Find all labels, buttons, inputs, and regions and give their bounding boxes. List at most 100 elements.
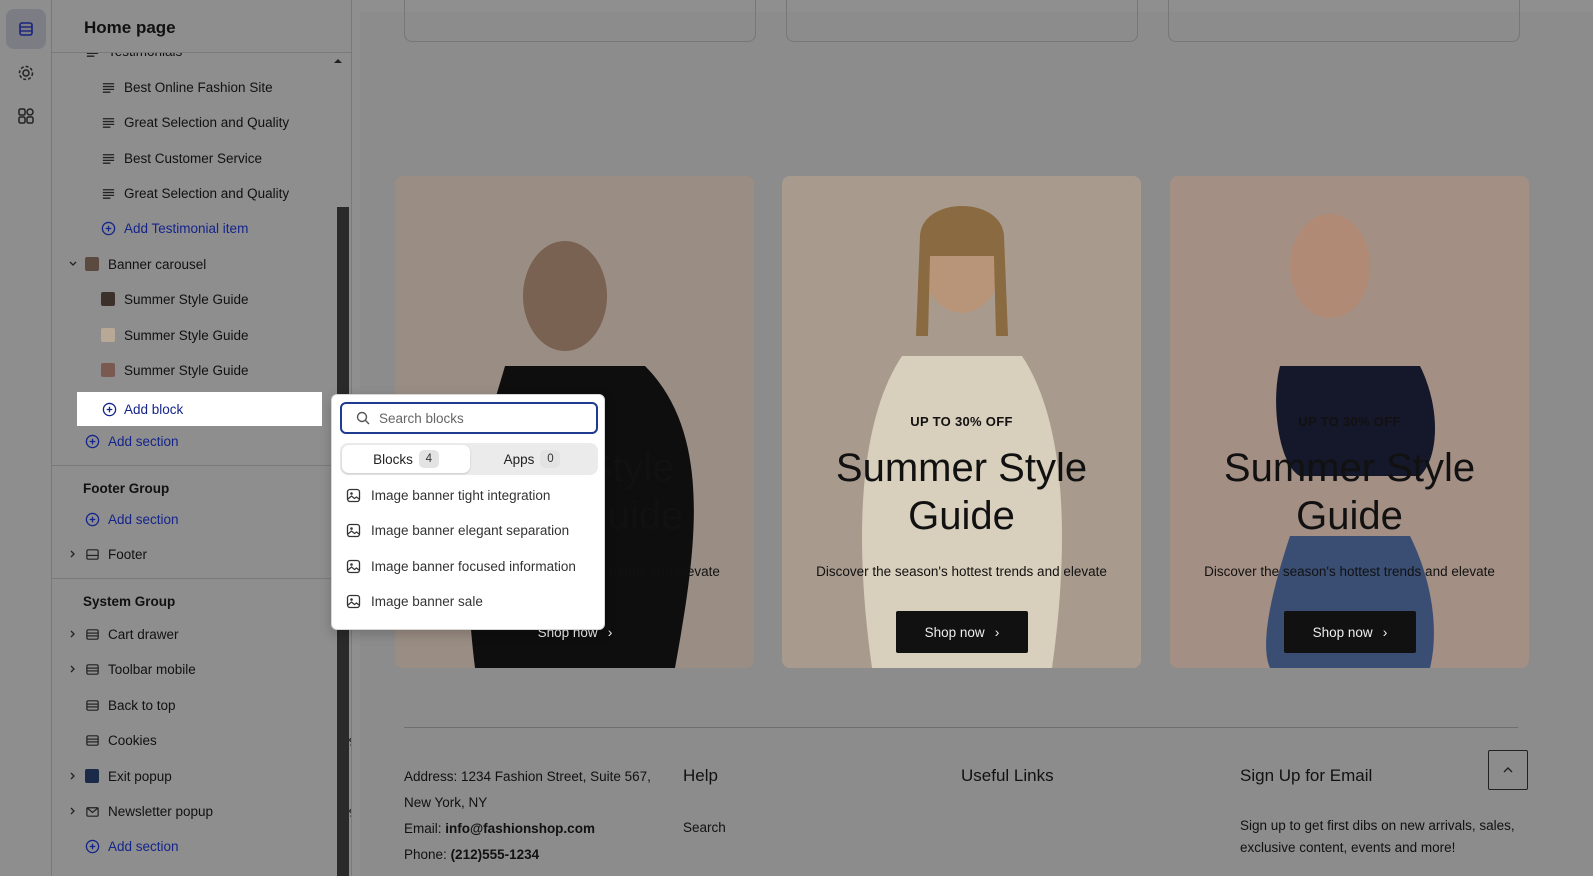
item-label: Summer Style Guide	[124, 291, 249, 307]
system-add-section-button[interactable]: Add section	[84, 830, 179, 862]
footer-phone: Phone: (212)555-1234	[404, 842, 539, 868]
product-card	[1168, 0, 1520, 42]
chevron-right-icon[interactable]	[68, 771, 78, 781]
add-section-label: Add section	[108, 433, 179, 449]
item-label: Great Selection and Quality	[124, 114, 290, 130]
testimonial-item-2[interactable]: Great Selection and Quality	[100, 106, 289, 138]
add-testimonial-label: Add Testimonial item	[124, 220, 249, 236]
layout-icon	[84, 546, 100, 562]
search-blocks-input[interactable]: Search blocks	[340, 402, 598, 434]
banner-title: Summer Style Guide	[835, 446, 1088, 538]
item-label: Great Selection and Quality	[124, 185, 290, 201]
shop-now-button[interactable]: Shop now ›	[896, 611, 1028, 653]
plus-circle-icon	[84, 433, 100, 449]
tab-blocks-count: 4	[418, 450, 439, 468]
footer-address: Address: 1234 Fashion Street, Suite 567,…	[404, 769, 651, 810]
block-option-2[interactable]: Image banner elegant separation	[346, 520, 569, 540]
banner-slide-3[interactable]: UP TO 30% OFF Summer Style Guide Discove…	[1170, 176, 1529, 668]
testimonial-item-3[interactable]: Best Customer Service	[100, 142, 262, 174]
footer-add-section-button[interactable]: Add section	[84, 503, 179, 535]
add-testimonial-button[interactable]: Add Testimonial item	[100, 212, 248, 244]
exit-popup-section[interactable]: Exit popup	[84, 760, 172, 792]
sidebar-header: Home page	[52, 0, 351, 53]
image-thumb-icon	[100, 362, 116, 378]
banner-item-3[interactable]: Summer Style Guide	[100, 354, 249, 386]
tab-apps-label: Apps	[503, 451, 535, 467]
block-option-4[interactable]: Image banner sale	[346, 591, 483, 611]
section-label: Back to top	[108, 697, 176, 713]
item-label: Summer Style Guide	[124, 362, 249, 378]
footer-section[interactable]: Footer	[84, 538, 147, 570]
image-block-icon	[346, 523, 361, 537]
testimonial-item-1[interactable]: Best Online Fashion Site	[100, 71, 273, 103]
sections-sidebar: Home page Testimonials Best Online Fashi…	[52, 0, 352, 876]
email-link[interactable]: info@fashionshop.com	[445, 821, 595, 836]
chevron-right-icon[interactable]	[68, 549, 78, 559]
chevron-right-icon[interactable]	[68, 806, 78, 816]
layout-icon	[84, 732, 100, 748]
add-block-button[interactable]: Add block	[77, 392, 322, 426]
image-thumb-icon	[100, 327, 116, 343]
plus-circle-icon	[102, 402, 117, 416]
image-block-icon	[346, 488, 361, 502]
chevron-down-icon[interactable]	[68, 259, 78, 269]
chevron-right-icon: ›	[607, 624, 613, 640]
mail-icon	[84, 803, 100, 819]
tab-blocks-label: Blocks	[373, 451, 413, 467]
banner-kicker: UP TO 30% OFF	[910, 414, 1013, 429]
image-block-icon	[346, 559, 361, 573]
section-label: Cart drawer	[108, 626, 179, 642]
section-label: Footer	[108, 546, 148, 562]
chevron-right-icon: ›	[1382, 624, 1388, 640]
apps-icon[interactable]	[6, 96, 46, 136]
shop-now-button[interactable]: Shop now ›	[1284, 611, 1416, 653]
block-option-1[interactable]: Image banner tight integration	[346, 485, 550, 505]
chevron-up-icon	[1503, 767, 1513, 773]
phone-link[interactable]: (212)555-1234	[451, 847, 540, 862]
banner-item-2[interactable]: Summer Style Guide	[100, 319, 249, 351]
toolbar-mobile-section[interactable]: Toolbar mobile	[84, 653, 196, 685]
block-option-3[interactable]: Image banner focused information	[346, 556, 576, 576]
chevron-right-icon[interactable]	[68, 664, 78, 674]
block-option-label: Image banner focused information	[371, 558, 576, 574]
block-option-label: Image banner sale	[371, 593, 483, 609]
sections-icon[interactable]	[6, 9, 46, 49]
banner-item-1[interactable]: Summer Style Guide	[100, 283, 249, 315]
picker-tabs: Blocks 4 Apps 0	[340, 443, 598, 475]
cookies-section[interactable]: Cookies	[84, 724, 157, 756]
signup-heading: Sign Up for Email	[1240, 766, 1373, 785]
image-thumb-icon	[84, 768, 100, 784]
help-search-link[interactable]: Search	[683, 815, 726, 841]
search-icon	[356, 411, 370, 425]
back-to-top-section[interactable]: Back to top	[84, 689, 176, 721]
page-title: Home page	[84, 18, 176, 37]
section-label: Toolbar mobile	[108, 661, 196, 677]
signup-text: Sign up to get first dibs on new arrival…	[1240, 818, 1515, 855]
banner-carousel-section[interactable]: Banner carousel	[84, 248, 206, 280]
tab-blocks[interactable]: Blocks 4	[342, 445, 470, 473]
add-section-button[interactable]: Add section	[84, 425, 179, 457]
shop-now-label: Shop now	[1312, 624, 1373, 640]
banner-description: Discover the season's hottest trends and…	[1204, 564, 1495, 579]
plus-circle-icon	[84, 511, 100, 527]
tab-apps[interactable]: Apps 0	[468, 445, 596, 473]
back-to-top-button[interactable]	[1488, 750, 1528, 790]
newsletter-popup-section[interactable]: Newsletter popup	[84, 795, 213, 827]
scroll-up-icon[interactable]	[333, 57, 343, 65]
help-heading: Help	[683, 766, 718, 785]
chevron-right-icon: ›	[994, 624, 1000, 640]
chevron-right-icon[interactable]	[68, 629, 78, 639]
text-icon	[100, 114, 116, 130]
banner-slide-2[interactable]: UP TO 30% OFF Summer Style Guide Discove…	[782, 176, 1141, 668]
banner-description: Discover the season's hottest trends and…	[816, 564, 1107, 579]
plus-circle-icon	[84, 838, 100, 854]
banner-kicker: UP TO 30% OFF	[1298, 414, 1401, 429]
layout-icon	[84, 626, 100, 642]
block-option-label: Image banner tight integration	[371, 487, 551, 503]
cart-drawer-section[interactable]: Cart drawer	[84, 618, 179, 650]
layout-icon	[84, 661, 100, 677]
section-label: Cookies	[108, 732, 157, 748]
gear-icon[interactable]	[6, 53, 46, 93]
testimonial-item-4[interactable]: Great Selection and Quality	[100, 177, 289, 209]
text-icon	[100, 185, 116, 201]
